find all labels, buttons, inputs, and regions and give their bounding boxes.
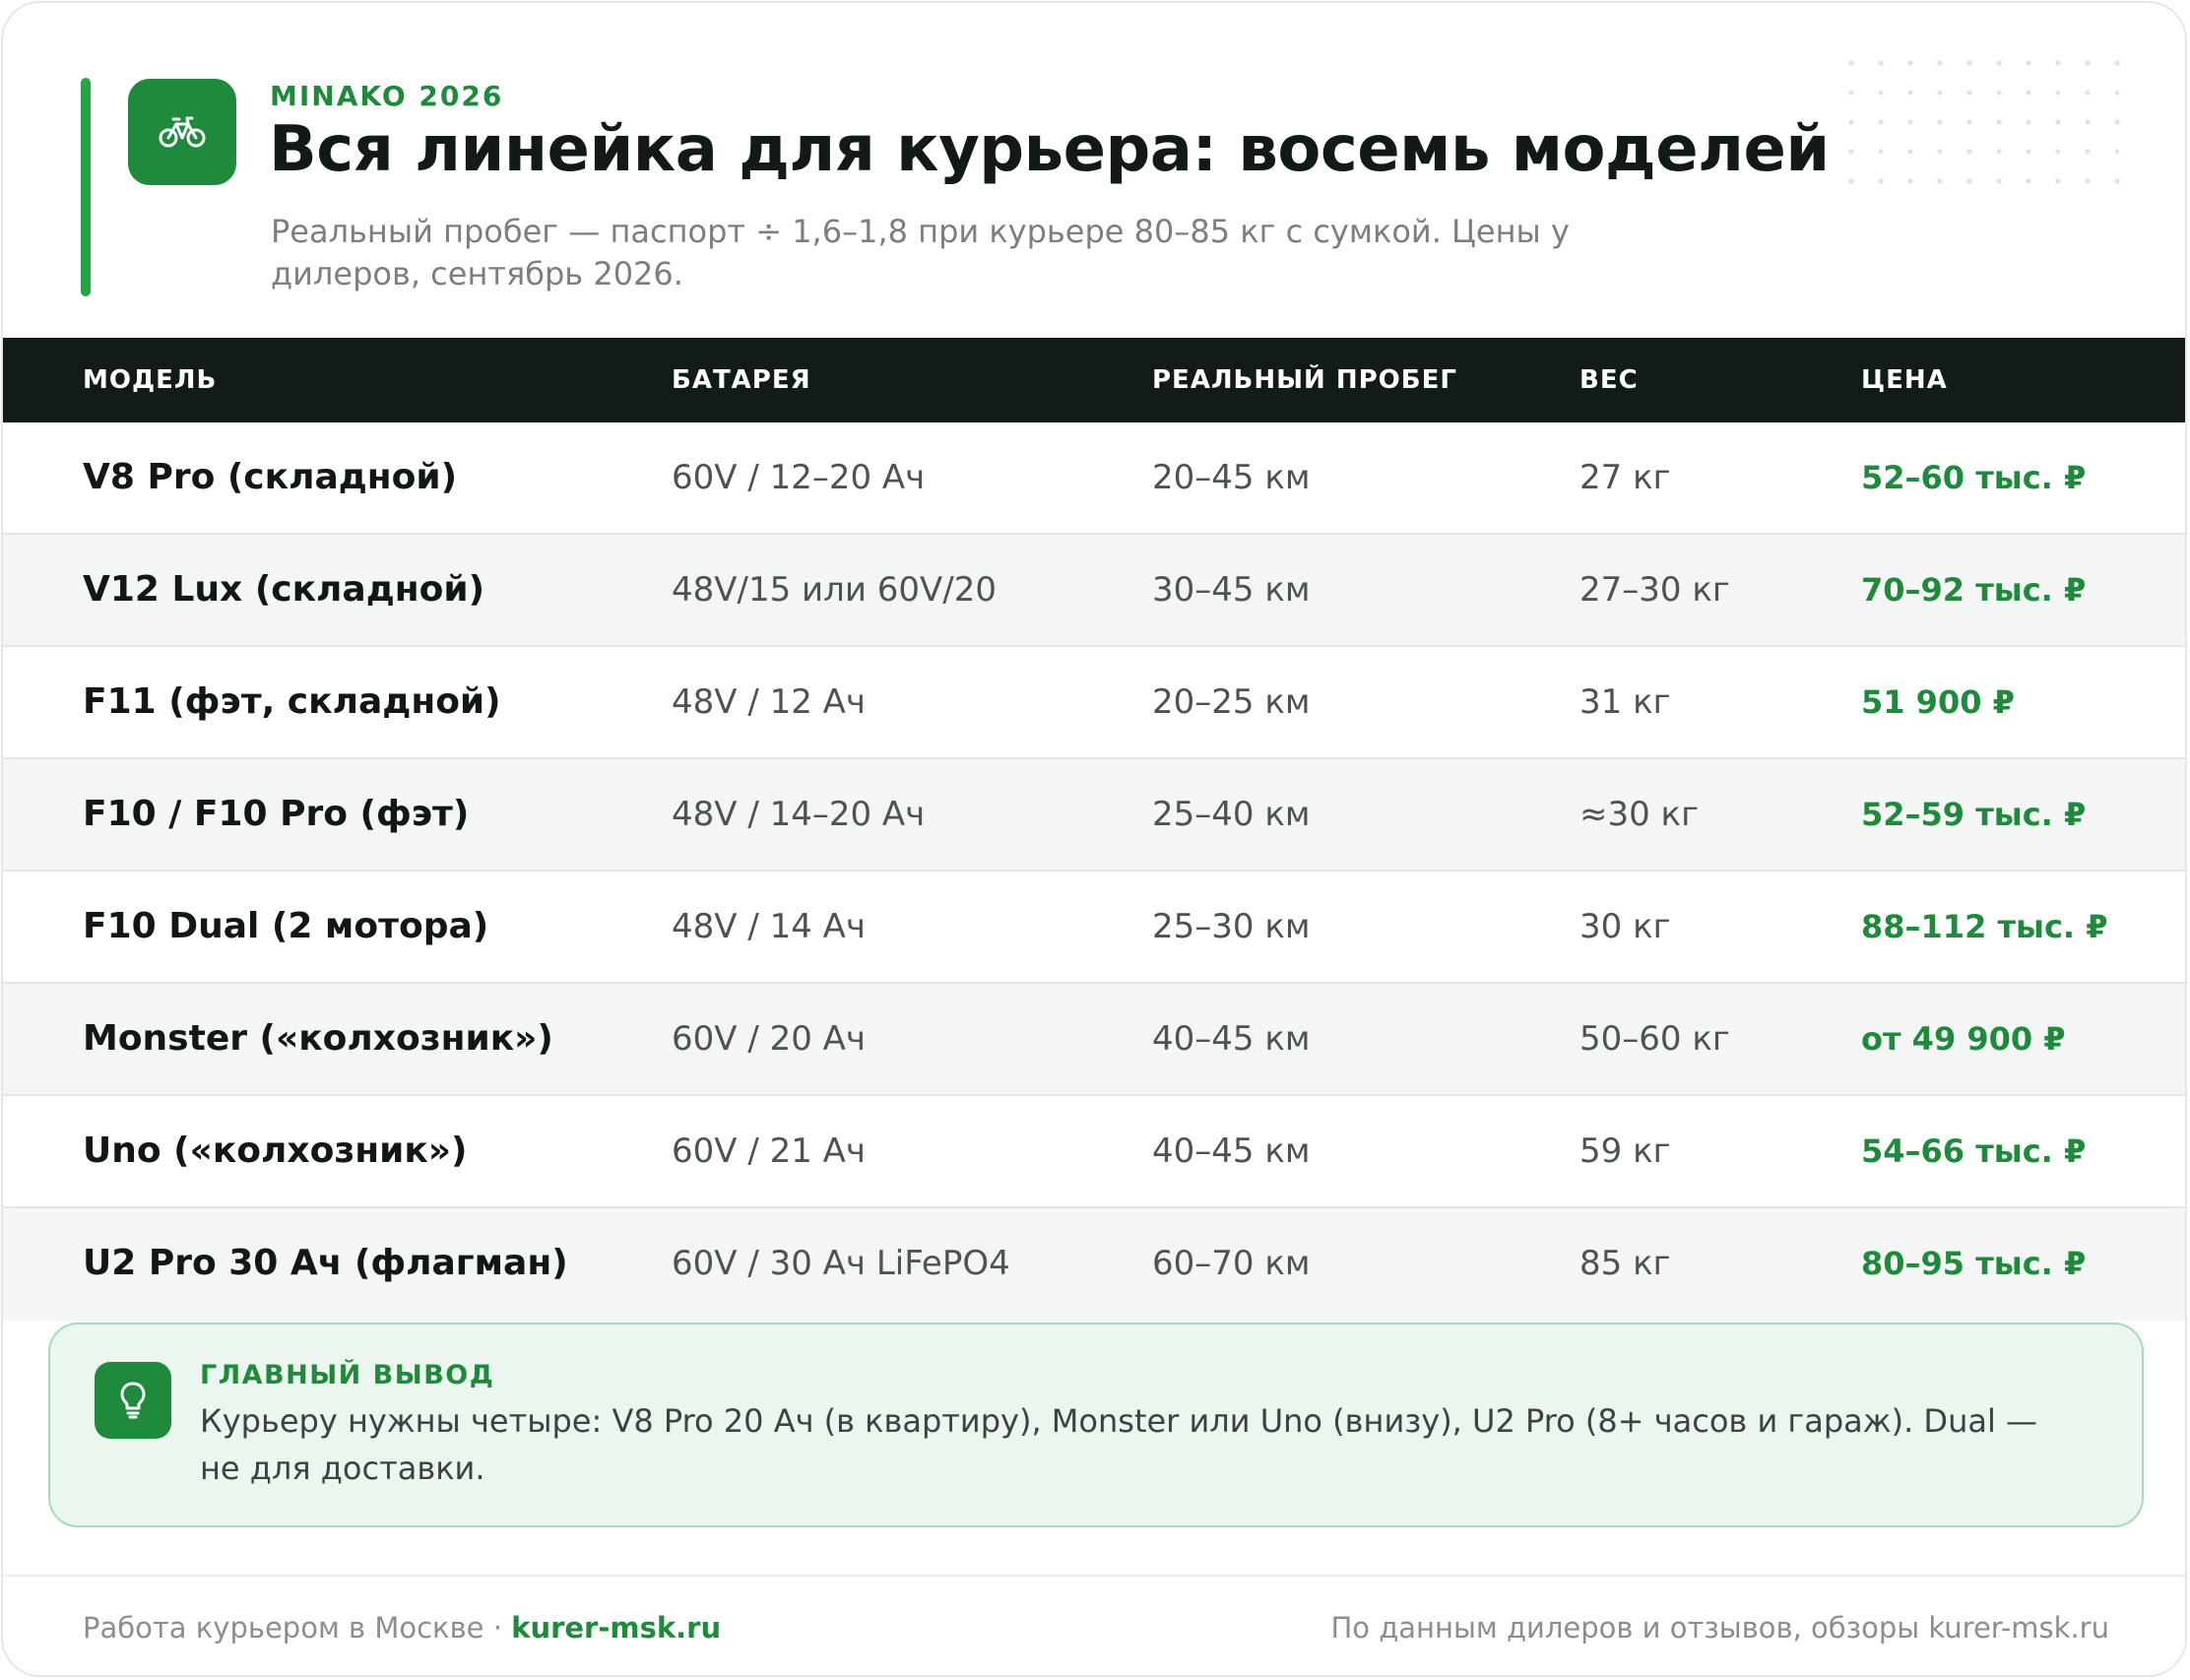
cell-model: F11 (фэт, складной) — [83, 681, 501, 722]
cell-battery: 60V / 20 Ач — [672, 1019, 867, 1059]
cell-model: F10 Dual (2 мотора) — [83, 906, 489, 946]
cell-price: от 49 900 ₽ — [1861, 1020, 2066, 1058]
cell-range: 25–40 км — [1152, 795, 1311, 834]
cell-battery: 60V / 12–20 Ач — [672, 458, 926, 497]
brand-eyebrow: MINAKO 2026 — [270, 80, 504, 112]
cell-battery: 48V/15 или 60V/20 — [672, 570, 998, 610]
decorative-dot-grid — [1836, 48, 2132, 186]
callout-label: ГЛАВНЫЙ ВЫВОД — [200, 1360, 495, 1390]
column-header-range: РЕАЛЬНЫЙ ПРОБЕГ — [1152, 365, 1457, 395]
cell-weight: 31 кг — [1579, 682, 1671, 722]
cell-price: 80–95 тыс. ₽ — [1861, 1245, 2087, 1282]
content-card: MINAKO 2026 Вся линейка для курьера: вос… — [1, 1, 2187, 1677]
cell-range: 25–30 км — [1152, 907, 1311, 946]
callout-icon-box — [95, 1362, 171, 1439]
footer-source: По данным дилеров и отзывов, обзоры kure… — [1330, 1611, 2109, 1645]
table-row: F10 / F10 Pro (фэт) 48V / 14–20 Ач 25–40… — [3, 759, 2185, 872]
column-header-battery: БАТАРЕЯ — [672, 365, 811, 395]
cell-weight: ≈30 кг — [1579, 795, 1699, 834]
cell-weight: 27 кг — [1579, 458, 1671, 497]
cell-battery: 48V / 14–20 Ач — [672, 795, 926, 834]
cell-range: 30–45 км — [1152, 570, 1311, 610]
footer-divider — [3, 1575, 2185, 1577]
cell-battery: 48V / 14 Ач — [672, 907, 867, 946]
key-takeaway-callout: ГЛАВНЫЙ ВЫВОД Курьеру нужны четыре: V8 P… — [48, 1323, 2144, 1527]
table-row: V8 Pro (складной) 60V / 12–20 Ач 20–45 к… — [3, 422, 2185, 535]
table-row: F11 (фэт, складной) 48V / 12 Ач 20–25 км… — [3, 647, 2185, 759]
cell-battery: 60V / 21 Ач — [672, 1131, 867, 1171]
cell-price: 70–92 тыс. ₽ — [1861, 571, 2087, 609]
bicycle-icon — [159, 116, 206, 148]
cell-weight: 85 кг — [1579, 1244, 1671, 1283]
cell-price: 51 900 ₽ — [1861, 683, 2015, 721]
logo-badge — [128, 79, 236, 185]
table-row: Monster («колхозник») 60V / 20 Ач 40–45 … — [3, 984, 2185, 1096]
table-header: МОДЕЛЬ БАТАРЕЯ РЕАЛЬНЫЙ ПРОБЕГ ВЕС ЦЕНА — [3, 338, 2185, 422]
cell-battery: 60V / 30 Ач LiFePO4 — [672, 1244, 1010, 1283]
cell-range: 20–45 км — [1152, 458, 1311, 497]
cell-price: 54–66 тыс. ₽ — [1861, 1132, 2087, 1170]
cell-model: V12 Lux (складной) — [83, 569, 485, 610]
column-header-weight: ВЕС — [1579, 365, 1639, 395]
callout-text: Курьеру нужны четыре: V8 Pro 20 Ач (в кв… — [200, 1402, 2038, 1487]
cell-model: F10 / F10 Pro (фэт) — [83, 794, 470, 834]
table-row: V12 Lux (складной) 48V/15 или 60V/20 30–… — [3, 535, 2185, 647]
cell-weight: 27–30 кг — [1579, 570, 1730, 610]
footer-site-link[interactable]: kurer-msk.ru — [511, 1611, 721, 1645]
cell-range: 60–70 км — [1152, 1244, 1311, 1283]
footer-credit: Работа курьером в Москве · kurer-msk.ru — [83, 1611, 721, 1645]
cell-battery: 48V / 12 Ач — [672, 682, 867, 722]
cell-model: V8 Pro (складной) — [83, 457, 458, 497]
cell-weight: 59 кг — [1579, 1131, 1671, 1171]
table-row: U2 Pro 30 Ач (флагман) 60V / 30 Ач LiFeP… — [3, 1208, 2185, 1321]
cell-price: 88–112 тыс. ₽ — [1861, 908, 2108, 945]
cell-model: Uno («колхозник») — [83, 1131, 468, 1171]
cell-range: 40–45 км — [1152, 1131, 1311, 1171]
cell-weight: 30 кг — [1579, 907, 1671, 946]
cell-range: 40–45 км — [1152, 1019, 1311, 1059]
table-row: Uno («колхозник») 60V / 21 Ач 40–45 км 5… — [3, 1096, 2185, 1208]
cell-model: Monster («колхозник») — [83, 1018, 553, 1059]
cell-price: 52–60 тыс. ₽ — [1861, 459, 2087, 496]
cell-model: U2 Pro 30 Ач (флагман) — [83, 1243, 568, 1283]
cell-weight: 50–60 кг — [1579, 1019, 1730, 1059]
cell-price: 52–59 тыс. ₽ — [1861, 796, 2087, 833]
cell-range: 20–25 км — [1152, 682, 1311, 722]
table-row: F10 Dual (2 мотора) 48V / 14 Ач 25–30 км… — [3, 872, 2185, 984]
accent-bar — [81, 78, 91, 296]
column-header-model: МОДЕЛЬ — [83, 365, 218, 395]
table-body: V8 Pro (складной) 60V / 12–20 Ач 20–45 к… — [3, 422, 2185, 1321]
page-title: Вся линейка для курьера: восемь моделей — [269, 113, 1830, 186]
lightbulb-icon — [120, 1382, 146, 1419]
column-header-price: ЦЕНА — [1861, 365, 1948, 395]
footer-credit-text: Работа курьером в Москве · — [83, 1611, 502, 1645]
page-subtitle: Реальный пробег — паспорт ÷ 1,6–1,8 при … — [271, 213, 1570, 292]
